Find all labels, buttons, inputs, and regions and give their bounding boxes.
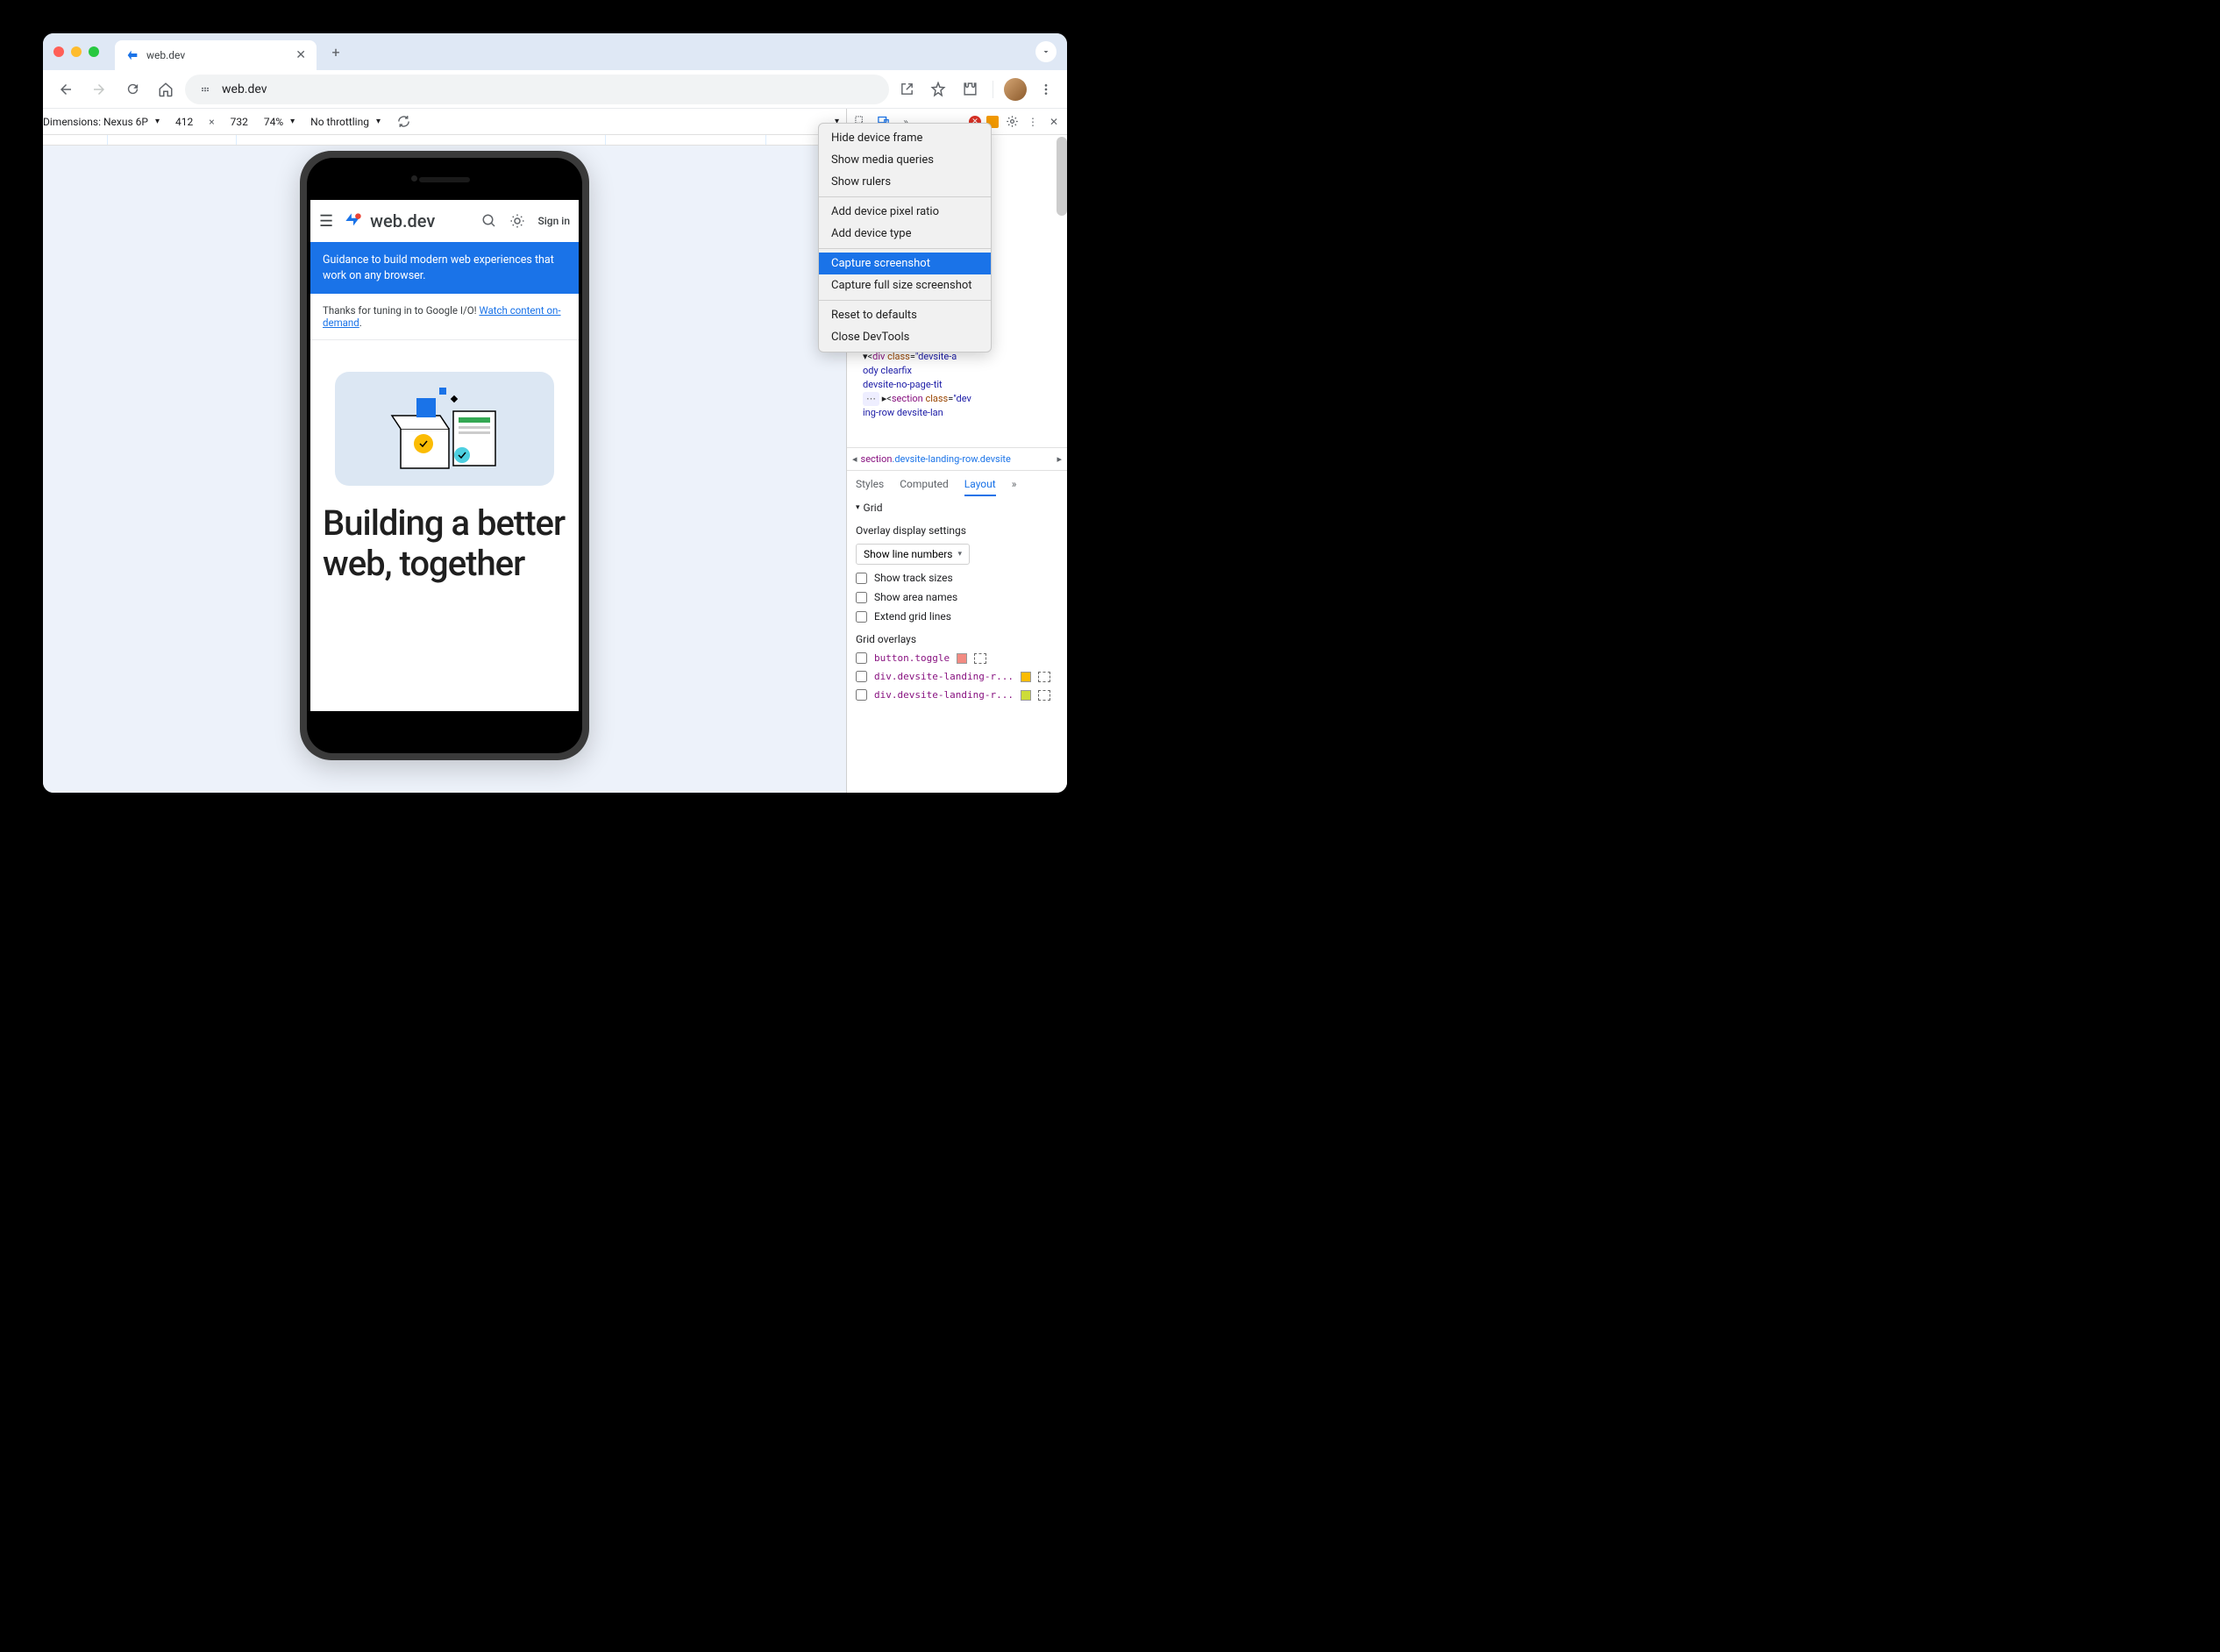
overlay-settings-title: Overlay display settings (856, 524, 1058, 537)
menu-capture-screenshot[interactable]: Capture screenshot (819, 253, 991, 274)
sign-in-link[interactable]: Sign in (537, 215, 570, 227)
share-button[interactable] (894, 77, 919, 102)
breadcrumb-right-icon[interactable]: ▸ (1057, 453, 1062, 465)
page-header: ☰ web.dev Sign in (310, 200, 579, 242)
color-swatch[interactable] (957, 653, 967, 664)
back-button[interactable] (52, 75, 80, 103)
device-stage: ☰ web.dev Sign in (43, 146, 846, 793)
throttling-dropdown[interactable]: No throttling (310, 116, 381, 128)
phone-inner: ☰ web.dev Sign in (307, 158, 582, 753)
styles-tabs: Styles Computed Layout » (847, 470, 1067, 496)
window-minimize-button[interactable] (71, 46, 82, 57)
tab-computed[interactable]: Computed (900, 478, 949, 490)
phone-speaker (419, 177, 470, 182)
device-width[interactable]: 412 (175, 116, 193, 128)
site-settings-icon[interactable] (197, 82, 213, 97)
devtools-menu-icon[interactable]: ⋮ (1025, 114, 1041, 130)
menu-separator (819, 300, 991, 301)
color-swatch[interactable] (1021, 690, 1031, 701)
device-options-menu: Hide device frame Show media queries Sho… (818, 123, 992, 352)
url-text: web.dev (222, 82, 267, 96)
settings-icon[interactable] (1004, 114, 1020, 130)
layout-panel: Grid Overlay display settings Show line … (847, 496, 1067, 713)
phone-screen: ☰ web.dev Sign in (310, 200, 579, 711)
chrome-menu-button[interactable] (1034, 77, 1058, 102)
main-area: Dimensions: Nexus 6P 412 × 732 74% No th… (43, 109, 1067, 793)
brand-text: web.dev (370, 210, 435, 231)
tab-more-icon[interactable]: » (1012, 478, 1017, 490)
color-swatch[interactable] (1021, 672, 1031, 682)
phone-camera (411, 175, 417, 182)
tabs-dropdown-button[interactable] (1035, 41, 1057, 62)
ruler-horizontal (43, 135, 846, 146)
dimension-x: × (209, 116, 214, 128)
traffic-lights (53, 46, 99, 57)
grid-section-header[interactable]: Grid (856, 502, 1058, 514)
devtools-close-icon[interactable]: ✕ (1046, 114, 1062, 130)
browser-tab[interactable]: web.dev ✕ (115, 40, 317, 70)
overlay-item[interactable]: div.devsite-landing-r... (856, 689, 1058, 701)
window-close-button[interactable] (53, 46, 64, 57)
tab-bar: web.dev ✕ + (43, 33, 1067, 70)
tab-layout[interactable]: Layout (964, 478, 996, 496)
search-icon[interactable] (481, 213, 497, 229)
device-dropdown[interactable]: Dimensions: Nexus 6P (43, 116, 160, 128)
zoom-dropdown[interactable]: 74% (264, 116, 295, 128)
device-toolbar: Dimensions: Nexus 6P 412 × 732 74% No th… (43, 109, 846, 135)
profile-avatar[interactable] (1004, 78, 1027, 101)
menu-hide-device-frame[interactable]: Hide device frame (819, 127, 991, 149)
menu-add-device-type[interactable]: Add device type (819, 223, 991, 245)
overlay-item[interactable]: button.toggle (856, 652, 1058, 664)
phone-frame: ☰ web.dev Sign in (300, 151, 589, 760)
url-field[interactable]: web.dev (185, 75, 889, 104)
menu-show-rulers[interactable]: Show rulers (819, 171, 991, 193)
menu-show-media-queries[interactable]: Show media queries (819, 149, 991, 171)
tab-title: web.dev (146, 49, 288, 61)
grid-badge-icon[interactable] (974, 653, 986, 664)
window-maximize-button[interactable] (89, 46, 99, 57)
page-logo[interactable]: web.dev (342, 210, 435, 232)
hero-illustration (335, 372, 554, 486)
io-text: Thanks for tuning in to Google I/O! (323, 304, 479, 317)
reload-button[interactable] (118, 75, 146, 103)
line-numbers-select[interactable]: Show line numbers (856, 544, 970, 565)
menu-separator (819, 196, 991, 197)
scrollbar[interactable] (1057, 137, 1067, 216)
grid-badge-icon[interactable] (1038, 672, 1050, 682)
menu-reset-defaults[interactable]: Reset to defaults (819, 304, 991, 326)
menu-add-dpr[interactable]: Add device pixel ratio (819, 201, 991, 223)
tab-close-icon[interactable]: ✕ (295, 48, 306, 62)
browser-window: web.dev ✕ + web.dev Di (43, 33, 1067, 793)
hamburger-icon[interactable]: ☰ (319, 212, 333, 231)
checkbox-extend-grid[interactable]: Extend grid lines (856, 610, 1058, 623)
tab-styles[interactable]: Styles (856, 478, 884, 490)
devtools-panel: » ✕ ⋮ ✕ Hide device frame Show media que… (846, 109, 1067, 793)
grid-overlays-title: Grid overlays (856, 633, 1058, 645)
grid-badge-icon[interactable] (1038, 690, 1050, 701)
guidance-banner: Guidance to build modern web experiences… (310, 242, 579, 294)
device-height[interactable]: 732 (231, 116, 248, 128)
checkbox-area-names[interactable]: Show area names (856, 591, 1058, 603)
menu-capture-full-screenshot[interactable]: Capture full size screenshot (819, 274, 991, 296)
menu-close-devtools[interactable]: Close DevTools (819, 326, 991, 348)
rotate-icon[interactable] (396, 114, 411, 129)
address-bar: web.dev (43, 70, 1067, 109)
hero-title: Building a better web, together (310, 503, 579, 584)
menu-separator (819, 248, 991, 249)
home-button[interactable] (152, 75, 180, 103)
forward-button[interactable] (85, 75, 113, 103)
checkbox-track-sizes[interactable]: Show track sizes (856, 572, 1058, 584)
new-tab-button[interactable]: + (324, 39, 348, 64)
extensions-button[interactable] (957, 77, 982, 102)
io-banner: Thanks for tuning in to Google I/O! Watc… (310, 294, 579, 340)
theme-toggle-icon[interactable] (509, 213, 525, 229)
viewport-area: Dimensions: Nexus 6P 412 × 732 74% No th… (43, 109, 846, 793)
overlay-item[interactable]: div.devsite-landing-r... (856, 671, 1058, 682)
tab-favicon-icon (125, 48, 139, 62)
bookmark-button[interactable] (926, 77, 950, 102)
breadcrumb-bar[interactable]: ◂ section.devsite-landing-row.devsite ▸ (847, 447, 1067, 470)
